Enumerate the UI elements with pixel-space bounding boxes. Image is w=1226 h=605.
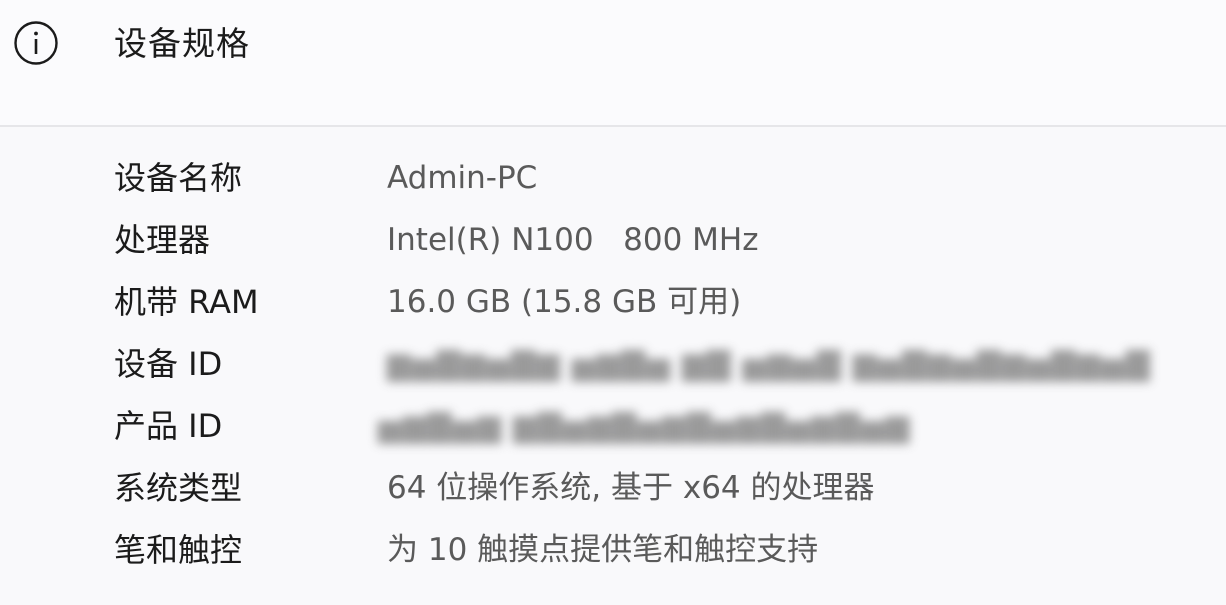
spec-label-system-type: 系统类型: [114, 469, 243, 507]
info-circle-icon: [14, 21, 58, 65]
spec-value-device-id-redacted: ▆▅▇▆▅▇▆ ▅▆▇▅ ▆▇ ▅▆▅▇ ▆▅▇▆▅▇▆▅▇▆▅▇: [387, 346, 1151, 382]
spec-value-ram[interactable]: 16.0 GB (15.8 GB 可用): [387, 280, 741, 324]
spec-value-product-id-redacted: ▅▆▇▅▆ ▆▇▅▆▇▅▆▇▅▆▇▅▆▇▅▆: [378, 408, 911, 444]
device-specs-header[interactable]: 设备规格: [0, 0, 1226, 126]
page-title: 设备规格: [114, 24, 250, 63]
spec-label-device-id: 设备 ID: [114, 345, 223, 383]
spec-value-system-type[interactable]: 64 位操作系统, 基于 x64 的处理器: [387, 466, 875, 510]
spec-row-device-name: 设备名称 Admin-PC: [0, 147, 1226, 209]
spec-value-pen-touch[interactable]: 为 10 触摸点提供笔和触控支持: [387, 528, 818, 572]
spec-row-pen-touch: 笔和触控 为 10 触摸点提供笔和触控支持: [0, 519, 1226, 581]
device-specifications-panel: 设备规格 设备名称 Admin-PC 处理器 Intel(R) N100 800…: [0, 0, 1226, 605]
spec-label-ram: 机带 RAM: [114, 283, 259, 321]
spec-label-product-id: 产品 ID: [114, 407, 223, 445]
spec-row-processor: 处理器 Intel(R) N100 800 MHz: [0, 209, 1226, 271]
spec-row-ram: 机带 RAM 16.0 GB (15.8 GB 可用): [0, 271, 1226, 333]
spec-label-device-name: 设备名称: [114, 159, 243, 197]
spec-row-device-id: 设备 ID ▆▅▇▆▅▇▆ ▅▆▇▅ ▆▇ ▅▆▅▇ ▆▅▇▆▅▇▆▅▇▆▅▇: [0, 333, 1226, 395]
spec-row-product-id: 产品 ID ▅▆▇▅▆ ▆▇▅▆▇▅▆▇▅▆▇▅▆▇▅▆: [0, 395, 1226, 457]
spec-value-processor[interactable]: Intel(R) N100 800 MHz: [387, 218, 759, 262]
spec-row-system-type: 系统类型 64 位操作系统, 基于 x64 的处理器: [0, 457, 1226, 519]
spec-label-processor: 处理器: [114, 221, 211, 259]
specs-list: 设备名称 Admin-PC 处理器 Intel(R) N100 800 MHz …: [0, 127, 1226, 605]
spec-label-pen-touch: 笔和触控: [114, 531, 243, 569]
spec-value-device-name[interactable]: Admin-PC: [387, 156, 537, 200]
